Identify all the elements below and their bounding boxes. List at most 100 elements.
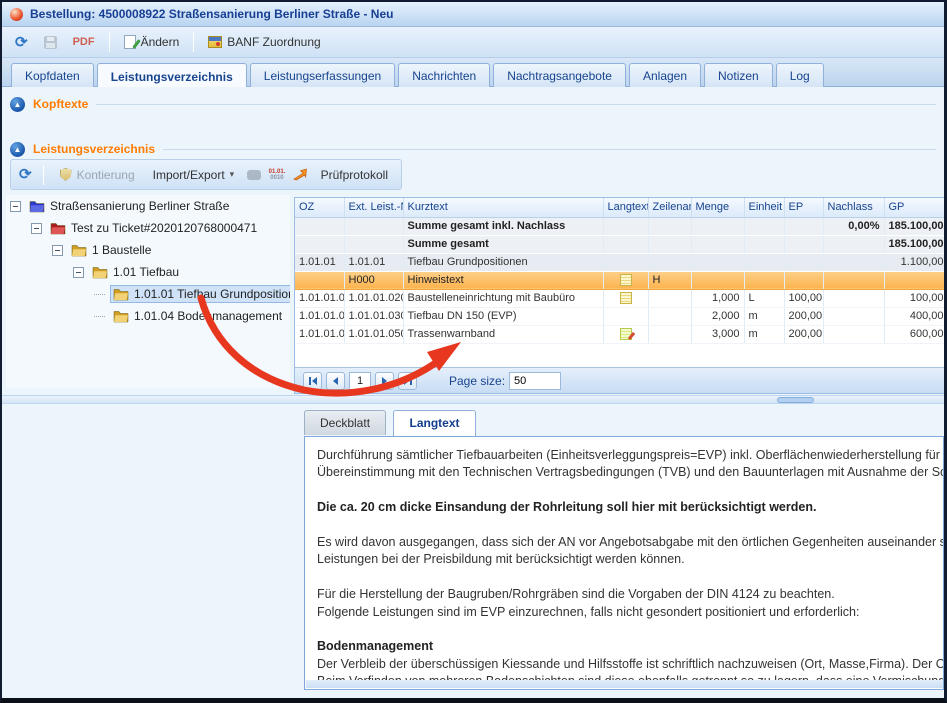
toolbar-separator bbox=[109, 32, 110, 52]
table-cell bbox=[603, 217, 648, 235]
column-header-zeilenart[interactable]: Zeilenart bbox=[648, 198, 691, 217]
table-row[interactable]: 1.01.01.0201.01.01.020Baustelleneinricht… bbox=[295, 289, 947, 307]
lv-table: OZExt. Leist.-Nr.KurztextLangtextZeilena… bbox=[295, 198, 947, 344]
table-row[interactable]: Summe gesamt185.100,00 bbox=[295, 235, 947, 253]
collapse-toggle-icon[interactable] bbox=[73, 267, 84, 278]
tab-notizen[interactable]: Notizen bbox=[704, 63, 773, 87]
pager-last-button[interactable] bbox=[398, 372, 417, 390]
table-cell bbox=[295, 217, 344, 235]
tree-node[interactable]: 1.01 Tiefbau bbox=[6, 261, 290, 283]
tab-nachrichten[interactable]: Nachrichten bbox=[398, 63, 490, 87]
tab-leistungserfassungen[interactable]: Leistungserfassungen bbox=[250, 63, 395, 87]
tree-node[interactable]: Straßensanierung Berliner Straße bbox=[6, 195, 290, 217]
langtext-note-icon[interactable] bbox=[620, 292, 632, 304]
collapse-toggle-icon[interactable] bbox=[31, 223, 42, 234]
horizontal-splitter[interactable] bbox=[2, 395, 944, 404]
lv-title[interactable]: Leistungsverzeichnis bbox=[33, 142, 155, 156]
column-header-langtext[interactable]: Langtext bbox=[603, 198, 648, 217]
order-window: Bestellung: 4500008922 Straßensanierung … bbox=[0, 0, 947, 703]
search-binoculars-icon[interactable] bbox=[247, 170, 260, 180]
tree-node-chip[interactable]: 1.01 Tiefbau bbox=[89, 263, 184, 281]
table-row[interactable]: H000HinweistextH bbox=[295, 271, 947, 289]
import-export-button[interactable]: Import/Export ▾ bbox=[148, 165, 240, 185]
column-header-menge[interactable]: Menge bbox=[691, 198, 744, 217]
langtext-note-icon[interactable] bbox=[620, 328, 632, 340]
pruefprotokoll-button[interactable]: Prüfprotokoll bbox=[316, 165, 393, 185]
window-title: Bestellung: 4500008922 Straßensanierung … bbox=[30, 7, 393, 21]
pager-current-page[interactable]: 1 bbox=[349, 372, 371, 390]
table-cell: 1.01.01.050 bbox=[295, 325, 344, 343]
column-header-ext-leist-nr-[interactable]: Ext. Leist.-Nr. bbox=[344, 198, 403, 217]
tab-anlagen[interactable]: Anlagen bbox=[629, 63, 701, 87]
table-row[interactable]: 1.01.01.0301.01.01.030Tiefbau DN 150 (EV… bbox=[295, 307, 947, 325]
table-cell bbox=[784, 217, 823, 235]
column-header-kurztext[interactable]: Kurztext bbox=[403, 198, 603, 217]
tree-node[interactable]: 1.01.01 Tiefbau Grundpositionen bbox=[6, 283, 290, 305]
pager-first-button[interactable] bbox=[303, 372, 322, 390]
langtext-line: Für die Herstellung der Baugruben/Rohrgr… bbox=[317, 586, 943, 603]
column-header-gp[interactable]: GP bbox=[884, 198, 947, 217]
tree-node[interactable]: Test zu Ticket#2020120768000471 bbox=[6, 217, 290, 239]
tab-leistungsverzeichnis[interactable]: Leistungsverzeichnis bbox=[97, 63, 247, 88]
save-icon bbox=[44, 36, 57, 49]
table-cell: Tiefbau Grundpositionen bbox=[403, 253, 603, 271]
collapse-toggle-icon[interactable] bbox=[10, 201, 21, 212]
pager-prev-button[interactable] bbox=[326, 372, 345, 390]
refresh-icon: ⟳ bbox=[15, 36, 28, 49]
kontierung-button[interactable]: Kontierung bbox=[55, 165, 140, 185]
refresh-button[interactable]: ⟳ bbox=[10, 33, 33, 52]
tree-node-chip[interactable]: 1 Baustelle bbox=[68, 241, 156, 259]
tree-node-chip[interactable]: 1.01.01 Tiefbau Grundpositionen bbox=[110, 285, 290, 303]
tab-nachtragsangebote[interactable]: Nachtragsangebote bbox=[493, 63, 626, 87]
collapse-up-icon[interactable]: ▲ bbox=[10, 97, 25, 112]
tree-node[interactable]: 1.01.04 Bodenmanagement bbox=[6, 305, 290, 327]
column-header-ep[interactable]: EP bbox=[784, 198, 823, 217]
main-toolbar: ⟳ PDF Ändern BANF Zuordnung bbox=[2, 27, 944, 58]
table-row[interactable]: 1.01.011.01.01Tiefbau Grundpositionen1.1… bbox=[295, 253, 947, 271]
kopftexte-title[interactable]: Kopftexte bbox=[33, 97, 88, 111]
table-cell bbox=[744, 235, 784, 253]
tab-deckblatt[interactable]: Deckblatt bbox=[304, 410, 386, 435]
table-cell bbox=[648, 325, 691, 343]
tab-langtext[interactable]: Langtext bbox=[393, 410, 475, 436]
collapse-up-icon[interactable]: ▲ bbox=[10, 142, 25, 157]
collapse-toggle-icon[interactable] bbox=[52, 245, 63, 256]
column-header-oz[interactable]: OZ bbox=[295, 198, 344, 217]
langtext-line bbox=[317, 621, 943, 638]
langtext-line: Leistungen bei der Preisbildung mit berü… bbox=[317, 551, 943, 568]
langtext-body[interactable]: Durchführung sämtlicher Tiefbauarbeiten … bbox=[306, 438, 943, 680]
langtext-note-icon[interactable] bbox=[620, 274, 632, 286]
column-header-einheit[interactable]: Einheit bbox=[744, 198, 784, 217]
column-header-nachlass[interactable]: Nachlass bbox=[823, 198, 884, 217]
table-cell: Tiefbau DN 150 (EVP) bbox=[403, 307, 603, 325]
table-cell: 100,00 bbox=[884, 289, 947, 307]
refresh-icon[interactable]: ⟳ bbox=[19, 168, 32, 181]
pdf-export-button[interactable]: PDF bbox=[68, 33, 100, 51]
table-row[interactable]: 1.01.01.0501.01.01.050Trassenwarnband3,0… bbox=[295, 325, 947, 343]
pager-next-button[interactable] bbox=[375, 372, 394, 390]
tree-node[interactable]: 1 Baustelle bbox=[6, 239, 290, 261]
aendern-button[interactable]: Ändern bbox=[119, 32, 185, 52]
banf-zuordnung-button[interactable]: BANF Zuordnung bbox=[203, 32, 325, 52]
tree-node-chip[interactable]: 1.01.04 Bodenmanagement bbox=[110, 307, 287, 325]
tree-node-chip[interactable]: Test zu Ticket#2020120768000471 bbox=[47, 219, 262, 237]
page-size-input[interactable] bbox=[509, 372, 561, 390]
horizontal-scrollbar[interactable] bbox=[306, 680, 943, 688]
table-cell bbox=[744, 253, 784, 271]
tree-node-chip[interactable]: Straßensanierung Berliner Straße bbox=[26, 197, 234, 215]
table-header-row: OZExt. Leist.-Nr.KurztextLangtextZeilena… bbox=[295, 198, 947, 217]
table-cell bbox=[784, 253, 823, 271]
table-cell: 1,000 bbox=[691, 289, 744, 307]
content-area: ▲ Kopftexte ▲ Leistungsverzeichnis ⟳ Kon… bbox=[2, 87, 944, 698]
renumber-icon[interactable]: 01.01. 0010 bbox=[269, 169, 286, 181]
table-row[interactable]: Summe gesamt inkl. Nachlass0,00%185.100,… bbox=[295, 217, 947, 235]
tree-connector bbox=[94, 316, 105, 317]
lv-toolbar: ⟳ Kontierung Import/Export ▾ 01.01. 0010… bbox=[10, 159, 402, 190]
splitter-drag-handle[interactable] bbox=[777, 397, 814, 403]
lv-grid-panel: OZExt. Leist.-Nr.KurztextLangtextZeilena… bbox=[294, 197, 944, 394]
tab-kopfdaten[interactable]: Kopfdaten bbox=[11, 63, 94, 87]
save-button[interactable] bbox=[39, 33, 62, 52]
tab-log[interactable]: Log bbox=[776, 63, 824, 87]
table-cell: 100,00 bbox=[784, 289, 823, 307]
table-cell: 0,00% bbox=[823, 217, 884, 235]
